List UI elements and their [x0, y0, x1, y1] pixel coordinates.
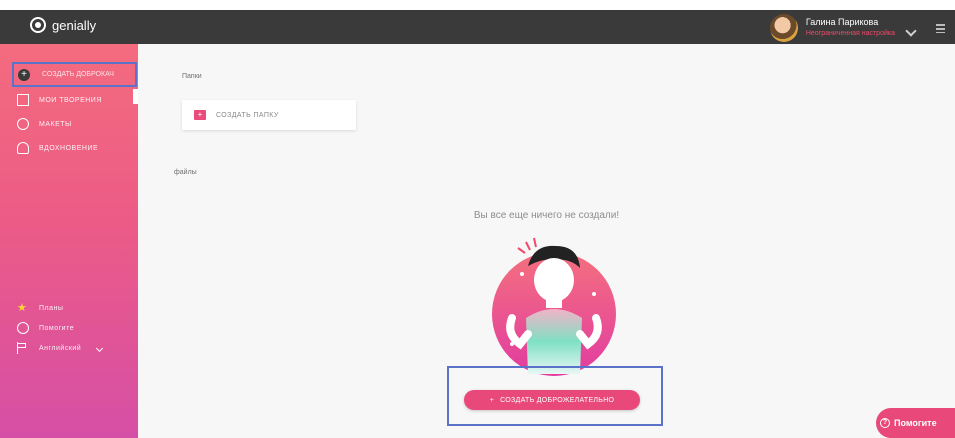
logo-text: genially	[52, 17, 97, 33]
sidebar-item-language[interactable]: Английский	[17, 342, 104, 354]
help-icon: ?	[880, 418, 890, 428]
sidebar-item-help[interactable]: Помогите	[17, 322, 74, 334]
create-folder-label: СОЗДАТЬ ПАПКУ	[216, 111, 279, 119]
sidebar-item-templates[interactable]: МАКЕТЫ	[17, 118, 72, 130]
sidebar-item-label: МАКЕТЫ	[39, 120, 72, 128]
main-content: Папки + СОЗДАТЬ ПАПКУ файлы Вы все еще н…	[138, 44, 955, 438]
folder-plus-icon: +	[194, 110, 206, 120]
files-title: файлы	[174, 169, 197, 176]
star-icon: ★	[17, 302, 28, 314]
sidebar-item-inspiration[interactable]: ВДОХНОВЕНИЕ	[17, 142, 98, 154]
create-genially-button[interactable]: + СОЗДАТЬ ДОБРОКАЧ	[12, 62, 137, 87]
sidebar: + СОЗДАТЬ ДОБРОКАЧ МОИ ТВОРЕНИЯ МАКЕТЫ В…	[0, 44, 138, 438]
user-info: Галина Парикова Неограниченная настройка	[806, 16, 895, 40]
empty-state-message: Вы все еще ничего не создали!	[473, 210, 620, 221]
sidebar-item-creations[interactable]: МОИ ТВОРЕНИЯ	[17, 94, 102, 106]
chevron-down-icon[interactable]	[905, 25, 917, 37]
user-name: Галина Парикова	[805, 17, 879, 27]
cta-label: СОЗДАТЬ ДОБРОЖЕЛАТЕЛЬНО	[500, 396, 615, 404]
sidebar-item-plans[interactable]: ★ Планы	[17, 302, 63, 314]
plus-icon: +	[18, 69, 30, 81]
plus-icon: +	[489, 396, 495, 404]
create-genially-label: СОЗДАТЬ ДОБРОКАЧ	[42, 71, 114, 78]
genially-logo-icon	[30, 17, 46, 33]
menu-icon[interactable]	[936, 24, 945, 33]
sidebar-item-label: Английский	[39, 344, 82, 352]
help-label: Помогите	[894, 418, 937, 428]
folders-title: Папки	[182, 73, 202, 80]
sidebar-item-label: Планы	[39, 304, 64, 312]
create-genially-cta-button[interactable]: + СОЗДАТЬ ДОБРОЖЕЛАТЕЛЬНО	[464, 390, 640, 410]
empty-state-illustration	[492, 237, 616, 376]
top-bar: genially Галина Парикова Неограниченная …	[0, 10, 955, 44]
create-folder-button[interactable]: + СОЗДАТЬ ПАПКУ	[182, 100, 356, 130]
creations-icon	[17, 94, 29, 106]
sidebar-item-label: МОИ ТВОРЕНИЯ	[39, 96, 102, 104]
user-menu[interactable]: Галина Парикова Неограниченная настройка	[769, 14, 895, 42]
sidebar-item-label: Помогите	[39, 324, 75, 332]
sidebar-item-label: ВДОХНОВЕНИЕ	[39, 144, 99, 152]
help-circle-icon	[17, 322, 29, 334]
help-button[interactable]: ? Помогите	[876, 408, 955, 438]
avatar[interactable]	[769, 14, 798, 42]
search-icon	[17, 118, 29, 130]
user-role: Неограниченная настройка	[805, 30, 895, 37]
genially-logo[interactable]: genially	[30, 17, 96, 33]
chevron-down-icon	[96, 344, 104, 352]
inspiration-icon	[17, 142, 29, 154]
flag-icon	[17, 342, 29, 354]
